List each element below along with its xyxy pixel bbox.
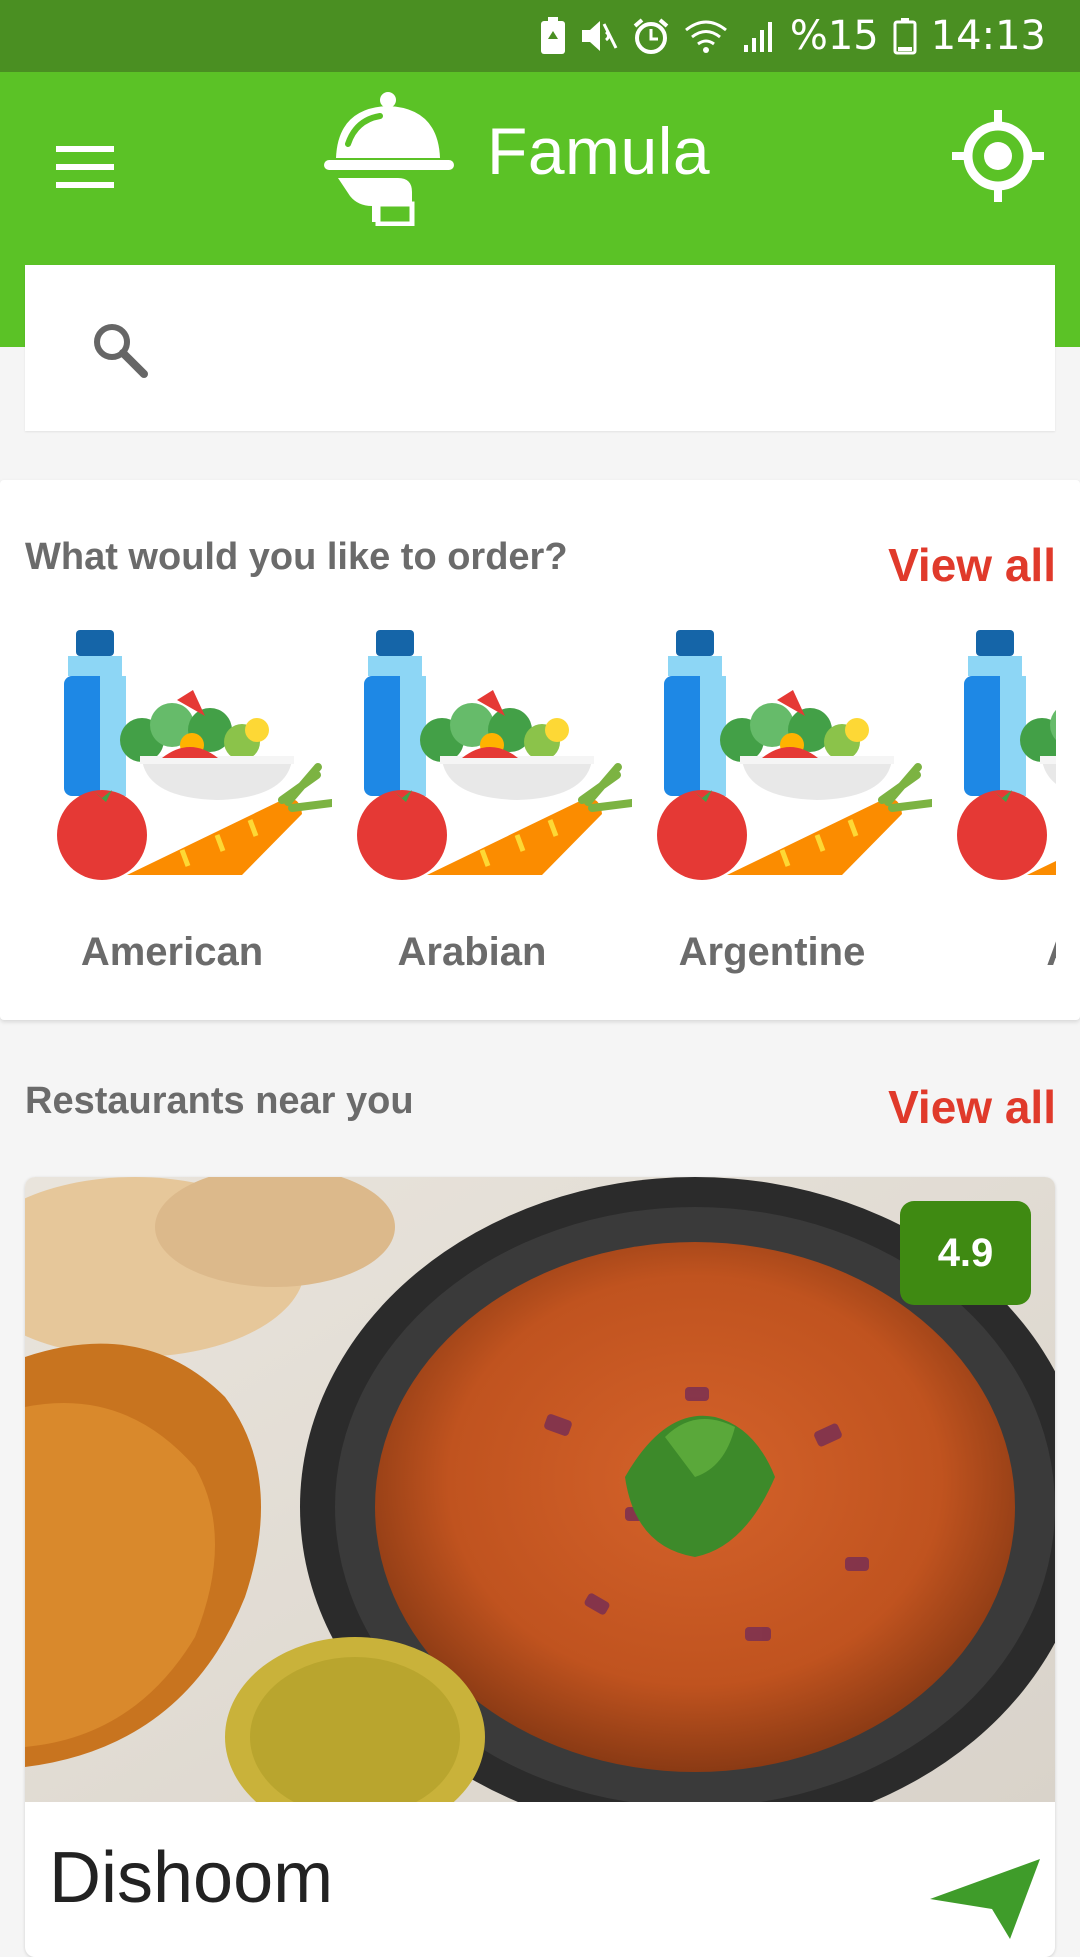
category-label: Argentine: [678, 930, 866, 974]
wifi-icon: [684, 18, 728, 54]
battery-saver-icon: [540, 17, 566, 55]
search-bar[interactable]: [25, 265, 1055, 431]
alarm-icon: [632, 17, 670, 55]
restaurants-title: Restaurants near you: [25, 1080, 414, 1122]
locate-button[interactable]: [950, 108, 1046, 204]
healthy-food-icon: [957, 630, 1056, 880]
gps-locate-icon: [952, 110, 1044, 202]
healthy-food-icon: [657, 630, 932, 880]
signal-icon: [742, 19, 776, 53]
restaurants-view-all-link[interactable]: View all: [888, 1080, 1056, 1134]
categories-view-all-link[interactable]: View all: [888, 538, 1056, 592]
healthy-food-icon: [357, 630, 632, 880]
clock: 14:13: [930, 13, 1046, 59]
navigate-arrow-icon[interactable]: [930, 1859, 1040, 1939]
category-item-arabian[interactable]: Arabian: [322, 630, 632, 1000]
cloche-serving-hand-icon: [324, 92, 454, 226]
category-item-partial[interactable]: As: [922, 630, 1056, 1000]
app-title: Famula: [487, 114, 711, 188]
status-bar: %15 14:13: [0, 0, 1080, 72]
restaurant-name: Dishoom: [49, 1838, 334, 1918]
restaurant-card[interactable]: 4.9 Dishoom: [25, 1177, 1055, 1957]
healthy-food-icon: [57, 630, 332, 880]
category-item-american[interactable]: American: [22, 630, 332, 1000]
hamburger-menu-icon: [56, 146, 114, 188]
battery-icon: [893, 17, 917, 55]
categories-card: What would you like to order? View all A…: [0, 480, 1080, 1020]
category-label: As: [922, 930, 1056, 975]
category-list[interactable]: American Arabian Argentine: [0, 630, 1056, 1000]
menu-button[interactable]: [50, 132, 120, 202]
category-label: American: [80, 930, 264, 974]
search-icon: [94, 324, 148, 378]
battery-percent: %15: [789, 13, 879, 59]
rating-badge: 4.9: [900, 1201, 1031, 1305]
category-item-argentine[interactable]: Argentine: [622, 630, 932, 1000]
search-input[interactable]: [175, 305, 1019, 393]
mute-icon: [580, 18, 618, 54]
category-label: Arabian: [397, 930, 547, 974]
categories-title: What would you like to order?: [25, 536, 568, 578]
